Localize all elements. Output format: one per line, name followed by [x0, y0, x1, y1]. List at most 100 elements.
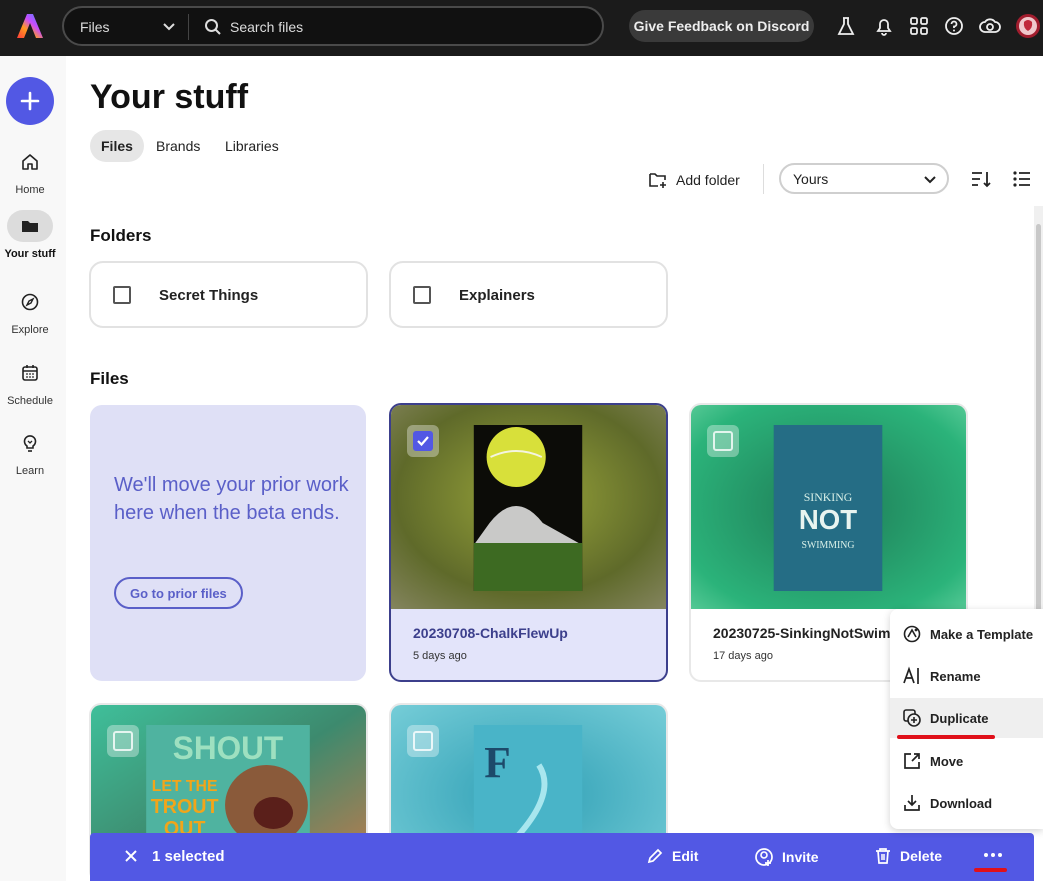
home-icon [22, 154, 38, 170]
feedback-discord-button[interactable]: Give Feedback on Discord [629, 10, 814, 42]
calendar-icon [22, 365, 38, 381]
folder-card[interactable]: Secret Things [89, 261, 368, 328]
invite-icon [755, 848, 773, 866]
sidebar-item-schedule[interactable]: Schedule [0, 357, 62, 415]
annotation-underline [974, 868, 1007, 872]
list-view-icon[interactable] [1011, 168, 1033, 190]
file-checkbox[interactable] [407, 725, 439, 757]
invite-button[interactable]: Invite [754, 847, 819, 867]
nav-icon-container [7, 146, 53, 178]
folder-name: Secret Things [159, 287, 259, 304]
folder-name: Explainers [459, 287, 535, 304]
bell-icon[interactable] [873, 15, 895, 37]
scope-dropdown-label[interactable]: Files [80, 19, 110, 35]
checkbox-box [113, 731, 133, 751]
owner-filter-select[interactable]: Yours [779, 163, 949, 194]
create-new-button[interactable] [6, 77, 54, 125]
divider [763, 164, 764, 194]
files-section-title: Files [90, 369, 129, 388]
rename-icon [903, 666, 919, 684]
owner-filter-value: Yours [793, 171, 829, 187]
menu-item-move[interactable]: Move [890, 741, 1043, 781]
menu-item-duplicate[interactable]: Duplicate [890, 698, 1043, 738]
search-scope-bar: Files [62, 6, 604, 46]
checkbox-box [413, 431, 433, 451]
tab-libraries[interactable]: Libraries [214, 130, 290, 162]
go-to-prior-files-button[interactable]: Go to prior files [114, 577, 243, 609]
sidebar: Home Your stuff Explore Schedule Learn [0, 56, 66, 881]
menu-item-label: Rename [930, 668, 981, 684]
menu-item-download[interactable]: Download [890, 783, 1043, 823]
edit-button[interactable]: Edit [646, 847, 698, 865]
chevron-down-icon [924, 176, 936, 184]
close-icon[interactable] [124, 849, 138, 863]
folder-icon [22, 221, 38, 232]
annotation-underline [897, 735, 995, 739]
more-options-icon[interactable] [978, 841, 1008, 869]
menu-item-label: Duplicate [930, 710, 989, 726]
menu-item-label: Move [930, 753, 964, 769]
divider [188, 14, 189, 40]
file-checkbox[interactable] [707, 425, 739, 457]
nav-icon-container [7, 286, 53, 318]
move-icon [904, 753, 920, 769]
tab-files[interactable]: Files [90, 130, 144, 162]
file-date: 17 days ago [713, 650, 773, 662]
delete-button[interactable]: Delete [874, 847, 942, 865]
nav-icon-container [7, 427, 53, 459]
thumbnail-text: SHOUT [173, 730, 284, 766]
sidebar-item-home[interactable]: Home [0, 146, 62, 204]
chevron-down-icon[interactable] [162, 20, 176, 34]
sidebar-item-label: Explore [11, 324, 49, 336]
search-icon [205, 19, 221, 35]
delete-label: Delete [900, 848, 943, 864]
menu-item-rename[interactable]: Rename [890, 656, 1043, 696]
thumbnail-text: SWIMMING [802, 540, 855, 551]
file-date: 5 days ago [413, 650, 467, 662]
menu-item-make-template[interactable]: Make a Template [890, 614, 1043, 654]
add-folder-button[interactable]: Add folder [648, 166, 740, 194]
trash-icon [876, 848, 890, 864]
file-card[interactable]: 20230708-ChalkFlewUp 5 days ago [389, 403, 668, 682]
avatar[interactable] [1015, 13, 1041, 39]
explore-icon [21, 293, 39, 311]
sidebar-item-label: Your stuff [4, 248, 56, 260]
sidebar-item-label: Home [15, 184, 45, 196]
sidebar-item-explore[interactable]: Explore [0, 286, 62, 344]
sort-icon[interactable] [970, 168, 992, 190]
folder-card[interactable]: Explainers [389, 261, 668, 328]
sidebar-item-your-stuff[interactable]: Your stuff [0, 210, 62, 268]
creative-cloud-icon[interactable] [978, 15, 1002, 37]
thumbnail-text: NOT [799, 504, 857, 535]
page-title: Your stuff [90, 78, 249, 116]
pencil-icon [647, 848, 663, 864]
file-checkbox[interactable] [407, 425, 439, 457]
file-name: 20230708-ChalkFlewUp [413, 625, 568, 641]
adobe-express-logo-icon[interactable] [16, 12, 44, 40]
invite-label: Invite [782, 849, 819, 865]
nav-icon-container [7, 357, 53, 389]
thumbnail-text: F [484, 739, 510, 787]
help-icon[interactable] [943, 15, 965, 37]
add-folder-label: Add folder [676, 172, 740, 188]
file-context-menu: Make a Template Rename Duplicate Move Do… [890, 609, 1043, 829]
top-bar: Files Give Feedback on Discord [0, 0, 1043, 56]
sidebar-item-label: Schedule [7, 395, 53, 407]
add-folder-icon [649, 173, 666, 188]
thumbnail-text: SINKING [804, 490, 853, 504]
sidebar-item-learn[interactable]: Learn [0, 427, 62, 485]
flask-icon[interactable] [835, 15, 857, 37]
search-input[interactable] [230, 14, 590, 40]
checkbox-box [413, 731, 433, 751]
file-checkbox[interactable] [107, 725, 139, 757]
apps-grid-icon[interactable] [908, 15, 930, 37]
edit-label: Edit [672, 848, 699, 864]
selection-count: 1 selected [152, 848, 225, 865]
menu-item-label: Make a Template [930, 626, 1034, 642]
tab-brands[interactable]: Brands [145, 130, 211, 162]
folder-checkbox[interactable] [413, 286, 431, 304]
thumbnail-text: LET THE [152, 778, 218, 795]
folders-section-title: Folders [90, 226, 152, 245]
menu-item-label: Download [930, 795, 993, 811]
folder-checkbox[interactable] [113, 286, 131, 304]
